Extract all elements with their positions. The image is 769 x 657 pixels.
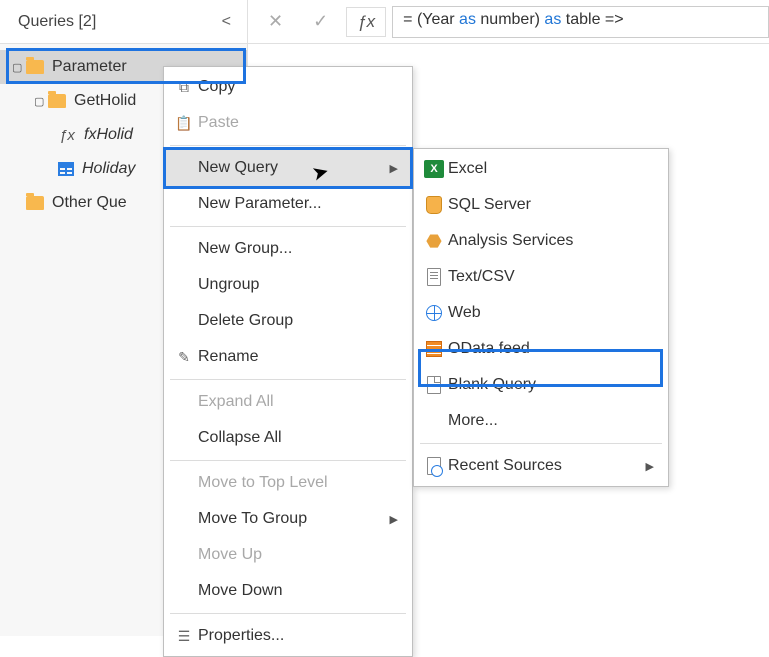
menu-source-textcsv[interactable]: Text/CSV xyxy=(414,259,668,295)
submenu-arrow-icon: ▶ xyxy=(390,513,398,526)
menu-move-to-group[interactable]: Move To Group▶ xyxy=(164,501,412,537)
menu-label: New Parameter... xyxy=(198,195,398,213)
menu-label: More... xyxy=(448,412,654,430)
menu-label: Rename xyxy=(198,348,398,366)
queries-count: [2] xyxy=(78,13,96,30)
recent-icon xyxy=(420,457,448,475)
commit-formula-button[interactable]: ✓ xyxy=(301,5,340,38)
menu-source-more[interactable]: More... xyxy=(414,403,668,439)
menu-label: Delete Group xyxy=(198,312,398,330)
menu-separator xyxy=(420,443,662,444)
menu-label: Ungroup xyxy=(198,276,398,294)
document-icon xyxy=(420,268,448,286)
globe-icon xyxy=(420,305,448,321)
menu-separator xyxy=(170,379,406,380)
menu-label: New Group... xyxy=(198,240,398,258)
menu-new-group[interactable]: New Group... xyxy=(164,231,412,267)
menu-label: New Query xyxy=(198,159,390,177)
submenu-arrow-icon: ▶ xyxy=(646,460,654,473)
odata-icon xyxy=(420,341,448,357)
formula-text: table => xyxy=(561,11,623,28)
new-query-submenu: XExcel SQL Server ⬣Analysis Services Tex… xyxy=(413,148,669,487)
tree-label: Holiday xyxy=(82,160,135,178)
menu-source-sql[interactable]: SQL Server xyxy=(414,187,668,223)
menu-separator xyxy=(170,613,406,614)
menu-move-top: Move to Top Level xyxy=(164,465,412,501)
menu-new-query[interactable]: New Query▶ xyxy=(164,150,412,186)
formula-input[interactable]: = (Year as number) as table => xyxy=(392,6,769,38)
menu-label: Collapse All xyxy=(198,429,398,447)
menu-separator xyxy=(170,145,406,146)
menu-label: Web xyxy=(448,304,654,322)
folder-icon xyxy=(26,196,44,210)
caret-down-icon: ▢ xyxy=(12,61,26,74)
menu-label: Move To Group xyxy=(198,510,390,528)
menu-recent-sources[interactable]: Recent Sources▶ xyxy=(414,448,668,484)
menu-label: Analysis Services xyxy=(448,232,654,250)
blank-page-icon xyxy=(420,376,448,394)
context-menu: ⧉Copy 📋Paste New Query▶ New Parameter...… xyxy=(163,66,413,657)
submenu-arrow-icon: ▶ xyxy=(390,162,398,175)
menu-source-web[interactable]: Web xyxy=(414,295,668,331)
queries-panel-header: Queries [2] < xyxy=(0,0,248,43)
tree-label: Parameter xyxy=(52,58,127,76)
menu-label: Move to Top Level xyxy=(198,474,398,492)
menu-properties[interactable]: ☰Properties... xyxy=(164,618,412,654)
menu-separator xyxy=(170,460,406,461)
function-icon: ƒx xyxy=(58,127,76,144)
menu-move-up: Move Up xyxy=(164,537,412,573)
database-icon xyxy=(420,196,448,214)
menu-label: Expand All xyxy=(198,393,398,411)
menu-new-parameter[interactable]: New Parameter... xyxy=(164,186,412,222)
tree-label: fxHolid xyxy=(84,126,133,144)
formula-keyword: as xyxy=(459,11,476,28)
menu-paste: 📋Paste xyxy=(164,105,412,141)
menu-label: OData feed xyxy=(448,340,654,358)
menu-separator xyxy=(170,226,406,227)
properties-icon: ☰ xyxy=(170,628,198,645)
menu-label: Blank Query xyxy=(448,376,654,394)
tree-label: GetHolid xyxy=(74,92,136,110)
menu-label: Properties... xyxy=(198,627,398,645)
menu-label: SQL Server xyxy=(448,196,654,214)
menu-move-down[interactable]: Move Down xyxy=(164,573,412,609)
queries-title: Queries xyxy=(18,13,74,30)
menu-label: Excel xyxy=(448,160,654,178)
menu-source-blank-query[interactable]: Blank Query xyxy=(414,367,668,403)
paste-icon: 📋 xyxy=(170,115,198,132)
menu-source-excel[interactable]: XExcel xyxy=(414,151,668,187)
caret-down-icon: ▢ xyxy=(34,95,48,108)
excel-icon: X xyxy=(420,160,448,178)
menu-label: Text/CSV xyxy=(448,268,654,286)
menu-label: Move Down xyxy=(198,582,398,600)
copy-icon: ⧉ xyxy=(170,79,198,96)
formula-keyword: as xyxy=(544,11,561,28)
folder-icon xyxy=(48,94,66,108)
collapse-panel-button[interactable]: < xyxy=(216,11,237,33)
menu-copy[interactable]: ⧉Copy xyxy=(164,69,412,105)
menu-rename[interactable]: ✎Rename xyxy=(164,339,412,375)
formula-text: = (Year xyxy=(403,11,459,28)
menu-source-analysis[interactable]: ⬣Analysis Services xyxy=(414,223,668,259)
menu-label: Paste xyxy=(198,114,398,132)
cube-icon: ⬣ xyxy=(420,232,448,250)
menu-label: Copy xyxy=(198,78,398,96)
table-icon xyxy=(58,162,74,176)
menu-collapse-all[interactable]: Collapse All xyxy=(164,420,412,456)
formula-bar: ✕ ✓ ƒx = (Year as number) as table => xyxy=(248,0,769,43)
menu-label: Move Up xyxy=(198,546,398,564)
menu-label: Recent Sources xyxy=(448,457,646,475)
menu-expand-all: Expand All xyxy=(164,384,412,420)
formula-text: number) xyxy=(476,11,544,28)
folder-icon xyxy=(26,60,44,74)
tree-label: Other Que xyxy=(52,194,127,212)
fx-button[interactable]: ƒx xyxy=(346,7,386,37)
cancel-formula-button[interactable]: ✕ xyxy=(256,5,295,38)
menu-delete-group[interactable]: Delete Group xyxy=(164,303,412,339)
menu-ungroup[interactable]: Ungroup xyxy=(164,267,412,303)
menu-source-odata[interactable]: OData feed xyxy=(414,331,668,367)
rename-icon: ✎ xyxy=(170,349,198,366)
